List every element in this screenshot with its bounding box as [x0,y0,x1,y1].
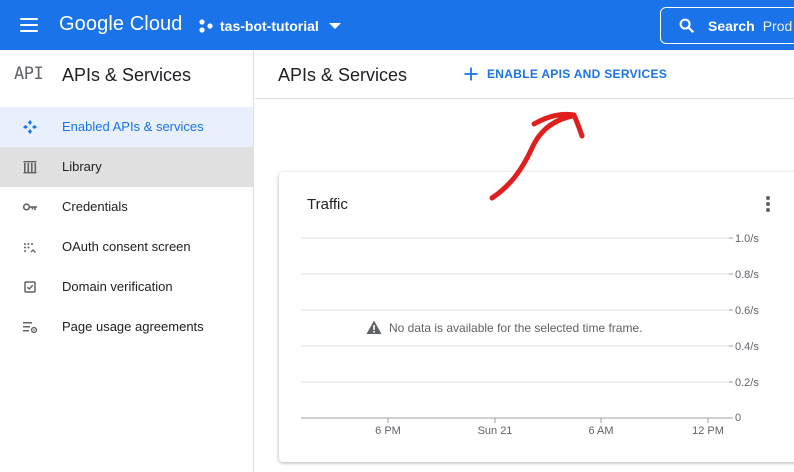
y-tick-labels: 1.0/s 0.8/s 0.6/s 0.4/s 0.2/s 0 [735,233,759,424]
sidebar-item-domain-verification[interactable]: Domain verification [0,267,253,307]
top-app-bar: Google Cloud tas-bot-tutorial Search Pro… [0,0,794,50]
consent-dots-icon [24,243,36,253]
search-placeholder: Prod [762,17,793,34]
y-tick-label: 0.6/s [735,305,759,317]
search-icon [679,18,694,33]
hamburger-menu-line [20,30,38,32]
x-tick-label: 12 PM [692,425,724,437]
y-tick-label: 0 [735,412,741,424]
sidebar-item-page-usage-agreements[interactable]: Page usage agreements [0,307,253,347]
hamburger-menu-icon [20,18,38,20]
library-icon [23,161,37,174]
sidebar-item-label: Credentials [62,199,128,214]
sidebar-item-label: Domain verification [62,279,173,294]
x-tick-label: 6 PM [375,425,401,437]
x-tick-labels: 6 PM Sun 21 6 AM 12 PM [375,425,724,437]
project-name: tas-bot-tutorial [220,18,319,34]
api-diamond-icon [23,120,37,134]
project-hub-icon [199,19,213,33]
traffic-chart: 1.0/s 0.8/s 0.6/s 0.4/s 0.2/s 0 6 PM Sun… [301,233,759,437]
chevron-down-icon [328,23,341,29]
plus-icon [464,67,478,81]
api-logo-icon: API [14,64,44,84]
enable-apis-button[interactable]: ENABLE APIS AND SERVICES [463,63,667,85]
y-tick-label: 1.0/s [735,233,759,245]
sidebar: API APIs & Services Enabled APIs & servi… [0,50,254,472]
traffic-card: Traffic 1.0/s 0.8/s 0.6/s 0.4/s 0.2/s 0 … [279,172,794,462]
x-tick-label: Sun 21 [478,425,513,437]
project-picker[interactable]: tas-bot-tutorial [198,14,341,38]
sidebar-header: API APIs & Services [0,50,253,99]
sidebar-item-label: Library [62,159,102,174]
y-tick-label: 0.4/s [735,341,759,353]
sidebar-item-label: Page usage agreements [62,319,204,334]
search-label: Search [708,17,755,34]
google-cloud-logo[interactable]: Google Cloud [59,13,183,36]
sidebar-item-oauth-consent[interactable]: OAuth consent screen [0,227,253,267]
main-header: APIs & Services ENABLE APIS AND SERVICES [255,50,794,99]
y-axis-ticks [729,237,733,419]
sidebar-item-label: Enabled APIs & services [62,119,204,134]
main-menu-button[interactable] [18,14,42,36]
x-axis-ticks [387,418,709,423]
y-tick-label: 0.2/s [735,377,759,389]
sidebar-item-label: OAuth consent screen [62,239,191,254]
enable-apis-label: ENABLE APIS AND SERVICES [487,67,668,81]
page-title: APIs & Services [278,65,408,85]
sidebar-item-library[interactable]: Library [0,147,253,187]
warning-icon [366,320,382,334]
no-data-message: No data is available for the selected ti… [389,320,643,335]
y-tick-label: 0.8/s [735,269,759,281]
chart-gridlines [301,237,729,383]
x-tick-label: 6 AM [588,425,613,437]
key-icon [22,203,37,211]
sidebar-item-enabled-apis[interactable]: Enabled APIs & services [0,107,253,147]
sidebar-item-credentials[interactable]: Credentials [0,187,253,227]
checkbox-icon [24,281,36,293]
search-bar[interactable]: Search Prod [660,7,794,44]
sidebar-title: APIs & Services [62,65,192,85]
hamburger-menu-line [20,24,38,26]
no-data-notice: No data is available for the selected ti… [366,320,642,335]
settings-list-icon [23,322,38,334]
